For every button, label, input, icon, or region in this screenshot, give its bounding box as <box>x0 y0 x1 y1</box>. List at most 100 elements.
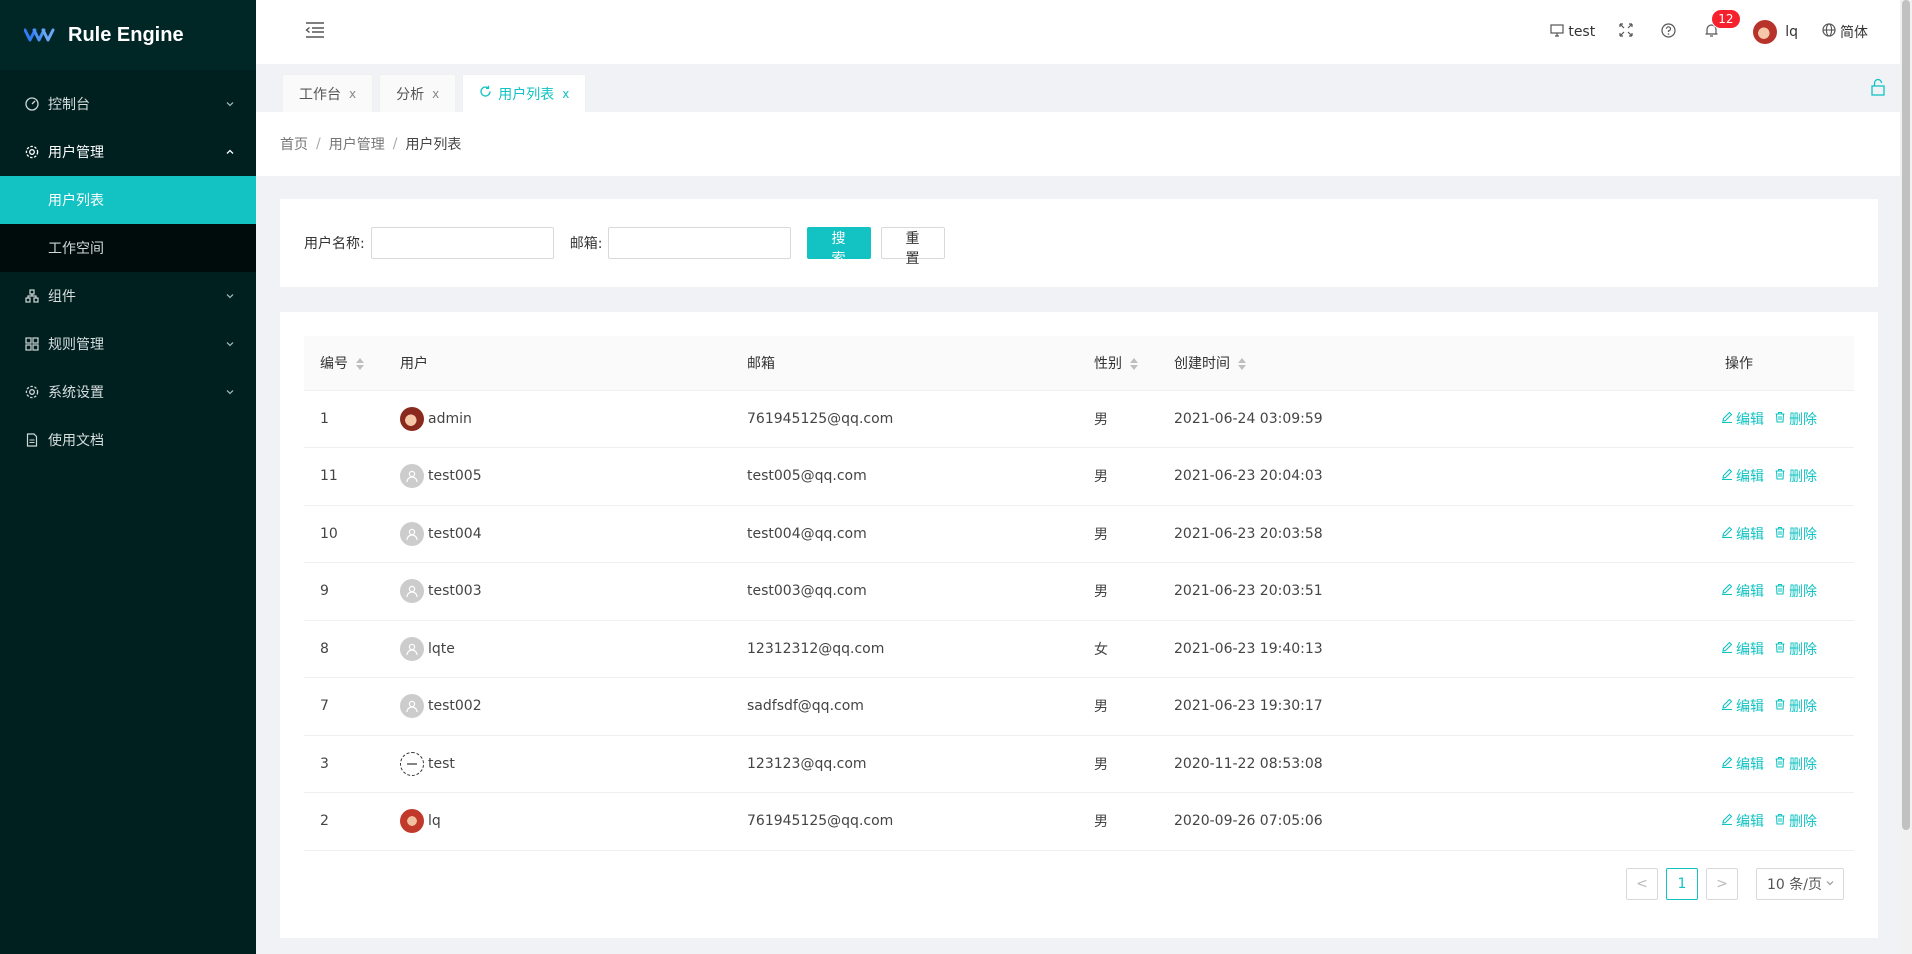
menu-fold-icon <box>305 21 325 43</box>
next-page-button[interactable]: > <box>1706 868 1738 900</box>
grid-icon <box>24 336 40 352</box>
reload-icon[interactable] <box>479 85 492 102</box>
avatar <box>400 809 424 834</box>
edit-label: 编辑 <box>1736 814 1764 831</box>
workspace-switcher[interactable]: test <box>1538 0 1607 64</box>
delete-button[interactable]: 删除 <box>1774 581 1817 601</box>
edit-label: 编辑 <box>1736 699 1764 716</box>
delete-button[interactable]: 删除 <box>1774 466 1817 486</box>
tab-analysis[interactable]: 分析 x <box>379 74 457 112</box>
cell-gender: 男 <box>1078 792 1158 851</box>
page-size-value: 10 条/页 <box>1767 877 1822 893</box>
cell-id: 3 <box>304 735 384 793</box>
fullscreen-button[interactable] <box>1607 0 1649 64</box>
table-row: 8 lqte 12312312@qq.com 女 2021-06-23 19:40:13… <box>304 620 1854 678</box>
column-header-gender[interactable]: 性别 <box>1078 336 1158 391</box>
help-button[interactable] <box>1649 0 1692 64</box>
reset-button[interactable]: 重 置 <box>881 227 946 267</box>
cell-email: sadfsdf@qq.com <box>731 677 1078 736</box>
chevron-down-icon <box>224 98 236 110</box>
edit-button[interactable]: 编辑 <box>1721 466 1764 486</box>
sidebar-item-docs[interactable]: 使用文档 <box>0 416 256 464</box>
prev-page-button[interactable]: < <box>1626 868 1658 900</box>
close-icon[interactable]: x <box>349 87 356 101</box>
delete-button[interactable]: 删除 <box>1774 754 1817 774</box>
edit-button[interactable]: 编辑 <box>1721 639 1764 659</box>
page-size-select[interactable]: 10 条/页 <box>1756 868 1844 900</box>
delete-button[interactable]: 删除 <box>1774 524 1817 544</box>
breadcrumb-item-current: 用户列表 <box>405 137 462 153</box>
column-header-created[interactable]: 创建时间 <box>1158 336 1709 391</box>
user-cell: lq <box>400 809 715 834</box>
lock-icon[interactable] <box>1870 78 1886 100</box>
cell-actions: 编辑 删除 <box>1709 735 1854 793</box>
sort-icon[interactable] <box>1238 357 1246 370</box>
cell-id: 11 <box>304 447 384 506</box>
edit-button[interactable]: 编辑 <box>1721 581 1764 601</box>
cell-id: 9 <box>304 562 384 621</box>
cell-created: 2021-06-24 03:09:59 <box>1158 390 1709 448</box>
edit-button[interactable]: 编辑 <box>1721 696 1764 716</box>
header-actions: test 12 lq 简体 <box>1538 0 1880 64</box>
sidebar-item-user-management[interactable]: 用户管理 <box>0 128 256 176</box>
cell-id: 8 <box>304 620 384 678</box>
delete-button[interactable]: 删除 <box>1774 639 1817 659</box>
search-button[interactable]: 搜 索 <box>807 227 872 267</box>
sort-icon[interactable] <box>1130 357 1138 370</box>
menu-fold-button[interactable] <box>304 21 326 43</box>
edit-button[interactable]: 编辑 <box>1721 524 1764 544</box>
edit-button[interactable]: 编辑 <box>1721 754 1764 774</box>
edit-icon <box>1721 641 1736 657</box>
delete-button[interactable]: 删除 <box>1774 409 1817 429</box>
sidebar-item-system-settings[interactable]: 系统设置 <box>0 368 256 416</box>
table-header-row: 编号 用户 邮箱 性别 创建时间 操作 <box>304 336 1854 391</box>
cell-email: test004@qq.com <box>731 505 1078 563</box>
notification-badge: 12 <box>1712 10 1740 28</box>
cell-created: 2021-06-23 19:40:13 <box>1158 620 1709 678</box>
sidebar-item-components[interactable]: 组件 <box>0 272 256 320</box>
sidebar-item-console[interactable]: 控制台 <box>0 80 256 128</box>
notifications-button[interactable]: 12 <box>1692 0 1740 64</box>
close-icon[interactable]: x <box>562 87 569 101</box>
column-title: 用户 <box>400 355 428 372</box>
cell-created: 2021-06-23 20:03:58 <box>1158 505 1709 563</box>
page-scrollbar[interactable] <box>1900 0 1912 954</box>
chevron-down-icon <box>224 338 236 350</box>
scrollbar-thumb[interactable] <box>1902 0 1910 830</box>
cell-id: 1 <box>304 390 384 448</box>
sidebar-item-label: 使用文档 <box>48 433 104 449</box>
username-input[interactable] <box>370 227 554 259</box>
cell-email: 761945125@qq.com <box>731 390 1078 448</box>
cell-gender: 男 <box>1078 677 1158 736</box>
sidebar-item-user-list[interactable]: 用户列表 <box>0 176 256 224</box>
edit-button[interactable]: 编辑 <box>1721 811 1764 831</box>
tab-workbench[interactable]: 工作台 x <box>282 74 374 112</box>
cell-created: 2020-09-26 07:05:06 <box>1158 792 1709 851</box>
sort-icon[interactable] <box>356 357 364 370</box>
delete-button[interactable]: 删除 <box>1774 696 1817 716</box>
cell-actions: 编辑 删除 <box>1709 390 1854 448</box>
sidebar-item-workspace[interactable]: 工作空间 <box>0 224 256 272</box>
page-1-button[interactable]: 1 <box>1666 868 1698 900</box>
edit-button[interactable]: 编辑 <box>1721 409 1764 429</box>
sidebar-item-rule-management[interactable]: 规则管理 <box>0 320 256 368</box>
sidebar-item-label: 规则管理 <box>48 337 104 353</box>
brand[interactable]: Rule Engine <box>0 0 256 70</box>
column-header-id[interactable]: 编号 <box>304 336 384 391</box>
breadcrumb-item-home[interactable]: 首页 <box>280 134 308 154</box>
cell-created: 2021-06-23 19:30:17 <box>1158 677 1709 736</box>
email-input[interactable] <box>608 227 792 259</box>
top-header: test 12 lq 简体 <box>256 0 1900 64</box>
cell-username: test <box>428 755 455 772</box>
close-icon[interactable]: x <box>432 87 439 101</box>
breadcrumb-item-user-management[interactable]: 用户管理 <box>329 134 385 154</box>
column-title: 邮箱 <box>747 355 775 372</box>
user-menu[interactable]: lq <box>1735 0 1810 64</box>
cell-id: 2 <box>304 792 384 851</box>
language-switcher[interactable]: 简体 <box>1810 0 1880 64</box>
delete-button[interactable]: 删除 <box>1774 811 1817 831</box>
document-icon <box>24 432 40 448</box>
user-icon <box>400 636 424 661</box>
tab-user-list[interactable]: 用户列表 x <box>462 74 587 112</box>
delete-icon <box>1774 756 1789 772</box>
